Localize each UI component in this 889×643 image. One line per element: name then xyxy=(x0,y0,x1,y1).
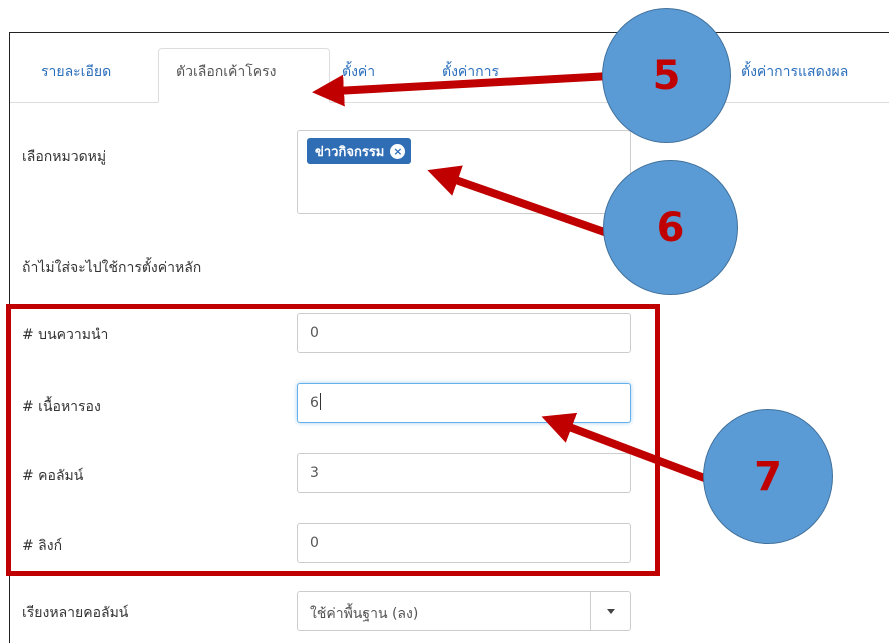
remove-chip-icon[interactable]: × xyxy=(390,143,406,159)
callout-5: 5 xyxy=(602,8,731,143)
tab-layout-options[interactable]: ตัวเลือกเค้าโครง xyxy=(158,48,330,103)
tab-hidden[interactable]: ตั้งค่าการ xyxy=(442,61,499,83)
callout-7: 7 xyxy=(703,409,833,544)
multi-column-value: ใช้ค่าพื้นฐาน (ลง) xyxy=(310,606,419,622)
chevron-down-icon[interactable] xyxy=(590,592,630,630)
category-label: เลือกหมวดหมู่ xyxy=(22,149,107,165)
tab-settings[interactable]: ตั้งค่า xyxy=(342,61,375,83)
category-hint: ถ้าไม่ใส่จะไปใช้การตั้งค่าหลัก xyxy=(22,260,202,276)
tab-display-settings[interactable]: ตั้งค่าการแสดงผล xyxy=(741,61,848,83)
panel-top-border xyxy=(9,32,889,33)
tab-layout-options-label: ตัวเลือกเค้าโครง xyxy=(176,64,277,80)
category-multiselect[interactable]: ข่าวกิจกรรม × xyxy=(297,130,631,214)
category-chip-label: ข่าวกิจกรรม xyxy=(315,144,385,160)
multi-column-select[interactable]: ใช้ค่าพื้นฐาน (ลง) xyxy=(297,591,631,631)
callout-6: 6 xyxy=(603,160,738,295)
tabs-divider xyxy=(10,102,889,103)
annotation-highlight-box xyxy=(6,304,660,576)
tab-details[interactable]: รายละเอียด xyxy=(41,61,111,83)
multi-column-label: เรียงหลายคอลัมน์ xyxy=(22,605,129,621)
category-chip: ข่าวกิจกรรม × xyxy=(307,138,412,164)
